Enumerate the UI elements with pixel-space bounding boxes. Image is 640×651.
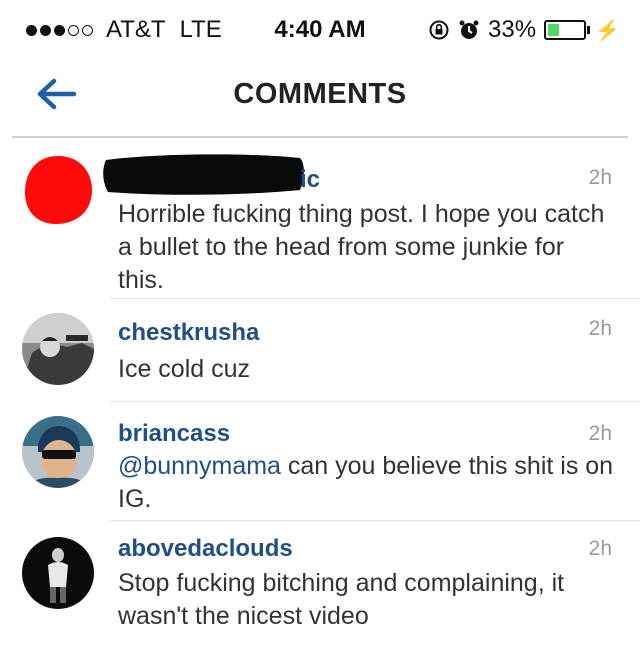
- avatar[interactable]: [22, 154, 94, 226]
- avatar-photo: [22, 537, 94, 609]
- alarm-icon: [459, 20, 479, 39]
- comment-username[interactable]: ic: [300, 166, 320, 194]
- comment-item: ic 2h Horrible fucking thing post. I hop…: [24, 148, 640, 299]
- battery-icon: [544, 20, 587, 40]
- comment-username[interactable]: abovedaclouds: [118, 535, 293, 563]
- comment-list: ic 2h Horrible fucking thing post. I hop…: [0, 148, 640, 651]
- avatar-photo: [22, 416, 94, 488]
- battery-nub: [587, 26, 591, 34]
- charging-bolt-icon: ⚡: [595, 19, 620, 42]
- comment-username[interactable]: briancass: [118, 420, 230, 448]
- redacted-username-bar: [103, 154, 304, 195]
- comment-item: chestkrusha 2h Ice cold cuz: [22, 299, 640, 402]
- status-right: 33% ⚡: [428, 16, 620, 44]
- avatar-photo: [22, 313, 94, 385]
- comment-text: Stop fucking bitching and complaining, i…: [118, 569, 565, 630]
- avatar[interactable]: [22, 416, 94, 488]
- comment-time: 2h: [588, 166, 612, 189]
- redacted-avatar: [24, 156, 92, 224]
- battery-level-fill: [548, 24, 560, 36]
- comment-username[interactable]: chestkrusha: [118, 319, 259, 347]
- page-title: COMMENTS: [233, 78, 407, 110]
- rotation-lock-icon: [429, 20, 449, 40]
- comment-item: briancass 2h @bunnymama can you believe …: [22, 402, 640, 521]
- comment-text: @bunnymama can you believe this shit is …: [118, 450, 614, 516]
- comment-item: abovedaclouds 2h Stop fucking bitching a…: [22, 521, 640, 651]
- comment-time: 2h: [588, 317, 612, 340]
- comment-time: 2h: [588, 537, 612, 560]
- avatar[interactable]: [22, 537, 94, 609]
- nav-header: COMMENTS: [12, 60, 628, 138]
- comment-time: 2h: [588, 422, 612, 445]
- avatar[interactable]: [22, 313, 94, 385]
- status-bar: AT&T LTE 4:40 AM 33% ⚡: [0, 0, 640, 60]
- comment-text: Ice cold cuz: [118, 355, 251, 383]
- comment-text: Horrible fucking thing post. I hope you …: [118, 200, 605, 294]
- battery-percent: 33%: [488, 16, 537, 43]
- mention-link[interactable]: @bunnymama: [118, 452, 281, 480]
